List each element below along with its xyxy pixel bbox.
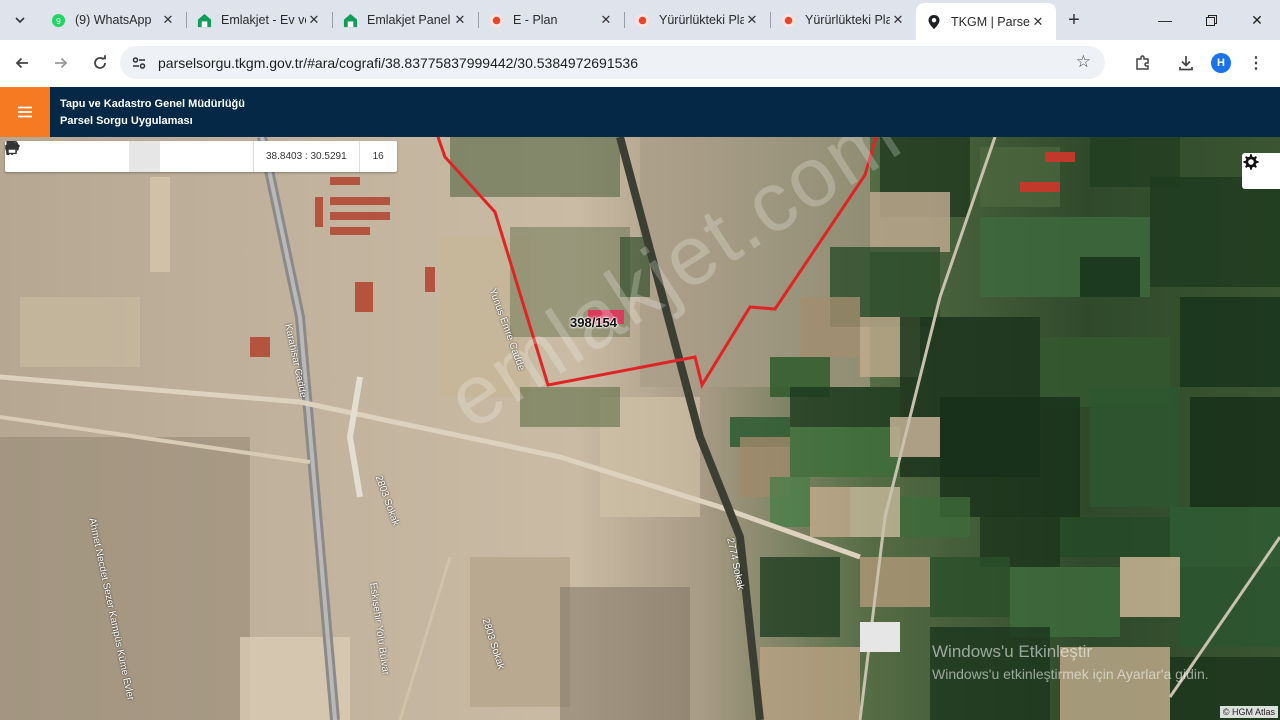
eplan-icon	[780, 12, 796, 28]
tab-title: TKGM | Parsel Sorgu	[951, 14, 1030, 29]
measure-button[interactable]	[5, 141, 222, 172]
url-text: parselsorgu.tkgm.gov.tr/#ara/cografi/38.…	[158, 54, 638, 71]
site-settings-icon[interactable]	[124, 55, 154, 71]
parcel-label[interactable]: 398/154	[570, 315, 617, 330]
tab-title: Emlakjet - Ev ve Konut	[221, 13, 306, 27]
tab-title: Emlakjet Panel	[367, 13, 451, 27]
satellite-imagery	[0, 137, 1280, 720]
download-icon[interactable]	[1168, 45, 1204, 81]
info-button[interactable]	[6, 141, 160, 172]
tab-title: (9) WhatsApp	[75, 13, 152, 27]
reload-button[interactable]	[82, 45, 118, 81]
window-controls: — ✕	[1142, 0, 1280, 40]
profile-avatar[interactable]: H	[1211, 53, 1231, 73]
gear-icon	[1243, 154, 1259, 170]
svg-text:9: 9	[56, 15, 61, 25]
app-title: Tapu ve Kadastro Genel Müdürlüğü Parsel …	[60, 96, 245, 130]
windows-activation-notice: Windows'u Etkinleştir Windows'u etkinleş…	[932, 641, 1209, 685]
toolbar-actions: H ⋮	[1118, 45, 1274, 81]
eplan-icon	[634, 12, 650, 28]
browser-toolbar: parselsorgu.tkgm.gov.tr/#ara/cografi/38.…	[0, 40, 1280, 86]
tab-yururlukteki-1[interactable]: Yürürlükteki Planlar ✕	[624, 3, 770, 37]
zoom-out-button[interactable]	[6, 141, 67, 172]
tab-title: Yürürlükteki Planlar	[659, 13, 744, 27]
back-button[interactable]	[4, 45, 40, 81]
zoom-level: 16	[358, 141, 397, 172]
tab-tkgm[interactable]: TKGM | Parsel Sorgu ✕	[916, 3, 1056, 40]
activation-subtitle: Windows'u etkinleştirmek için Ayarlar'a …	[932, 666, 1209, 682]
close-icon[interactable]: ✕	[890, 12, 906, 28]
browser-tabstrip: 9 (9) WhatsApp ✕ Emlakjet - Ev ve Konut …	[0, 0, 1280, 40]
arrow-right-icon	[55, 57, 68, 69]
activation-title: Windows'u Etkinleştir	[932, 642, 1093, 661]
menu-button[interactable]	[0, 87, 50, 137]
tab-title: E - Plan	[513, 13, 558, 27]
locate-button[interactable]	[5, 141, 129, 172]
app-title-line1: Tapu ve Kadastro Genel Müdürlüğü	[60, 98, 245, 110]
chevron-down-icon	[15, 17, 25, 24]
emlakjet-icon	[196, 12, 212, 28]
close-icon[interactable]: ✕	[160, 12, 176, 28]
tab-yururlukteki-2[interactable]: Yürürlükteki Planlar ✕	[770, 3, 916, 37]
reload-icon	[94, 55, 106, 69]
tab-emlakjet[interactable]: Emlakjet - Ev ve Konut ✕	[186, 3, 332, 37]
whatsapp-icon: 9	[50, 12, 66, 28]
restore-icon[interactable]	[1188, 0, 1234, 40]
app-title-line2: Parsel Sorgu Uygulaması	[60, 115, 193, 127]
tab-eplan[interactable]: E - Plan ✕	[478, 3, 624, 37]
emlakjet-icon	[342, 12, 358, 28]
hamburger-icon	[18, 106, 32, 118]
forward-button[interactable]	[43, 45, 79, 81]
close-icon[interactable]: ✕	[744, 12, 760, 28]
favorites-button[interactable]	[5, 141, 191, 172]
map-toolbar: 38.8403 : 30.5291 16	[5, 141, 397, 172]
location-pin-icon	[926, 14, 942, 30]
bookmark-star-icon[interactable]: ☆	[1076, 52, 1091, 72]
map-view[interactable]: emlakjet.com Yunus Emre Cadde Karahisar …	[0, 137, 1280, 720]
map-settings-button[interactable]	[1242, 153, 1280, 189]
eplan-icon	[488, 12, 504, 28]
tab-title: Yürürlükteki Planlar	[805, 13, 890, 27]
map-attribution[interactable]: © HGM Atlas	[1219, 706, 1278, 718]
printer-icon	[5, 141, 19, 154]
close-icon[interactable]: ✕	[452, 12, 468, 28]
extensions-icon[interactable]	[1125, 45, 1161, 81]
print-button[interactable]	[5, 141, 253, 172]
close-icon[interactable]: ✕	[1030, 14, 1046, 30]
more-menu-icon[interactable]: ⋮	[1238, 45, 1274, 81]
close-icon[interactable]: ✕	[598, 12, 614, 28]
tab-emlakjet-panel[interactable]: Emlakjet Panel ✕	[332, 3, 478, 37]
tab-whatsapp[interactable]: 9 (9) WhatsApp ✕	[40, 3, 186, 37]
app-header: Tapu ve Kadastro Genel Müdürlüğü Parsel …	[0, 87, 1280, 137]
close-window-icon[interactable]: ✕	[1234, 0, 1280, 40]
tab-search-button[interactable]	[0, 0, 40, 40]
refresh-button[interactable]	[6, 141, 98, 172]
close-icon[interactable]: ✕	[306, 12, 322, 28]
new-tab-button[interactable]: +	[1056, 3, 1092, 37]
minimize-icon[interactable]: —	[1142, 0, 1188, 40]
arrow-left-icon	[15, 57, 28, 69]
coordinate-readout: 38.8403 : 30.5291	[253, 141, 359, 172]
address-bar[interactable]: parselsorgu.tkgm.gov.tr/#ara/cografi/38.…	[120, 46, 1105, 79]
